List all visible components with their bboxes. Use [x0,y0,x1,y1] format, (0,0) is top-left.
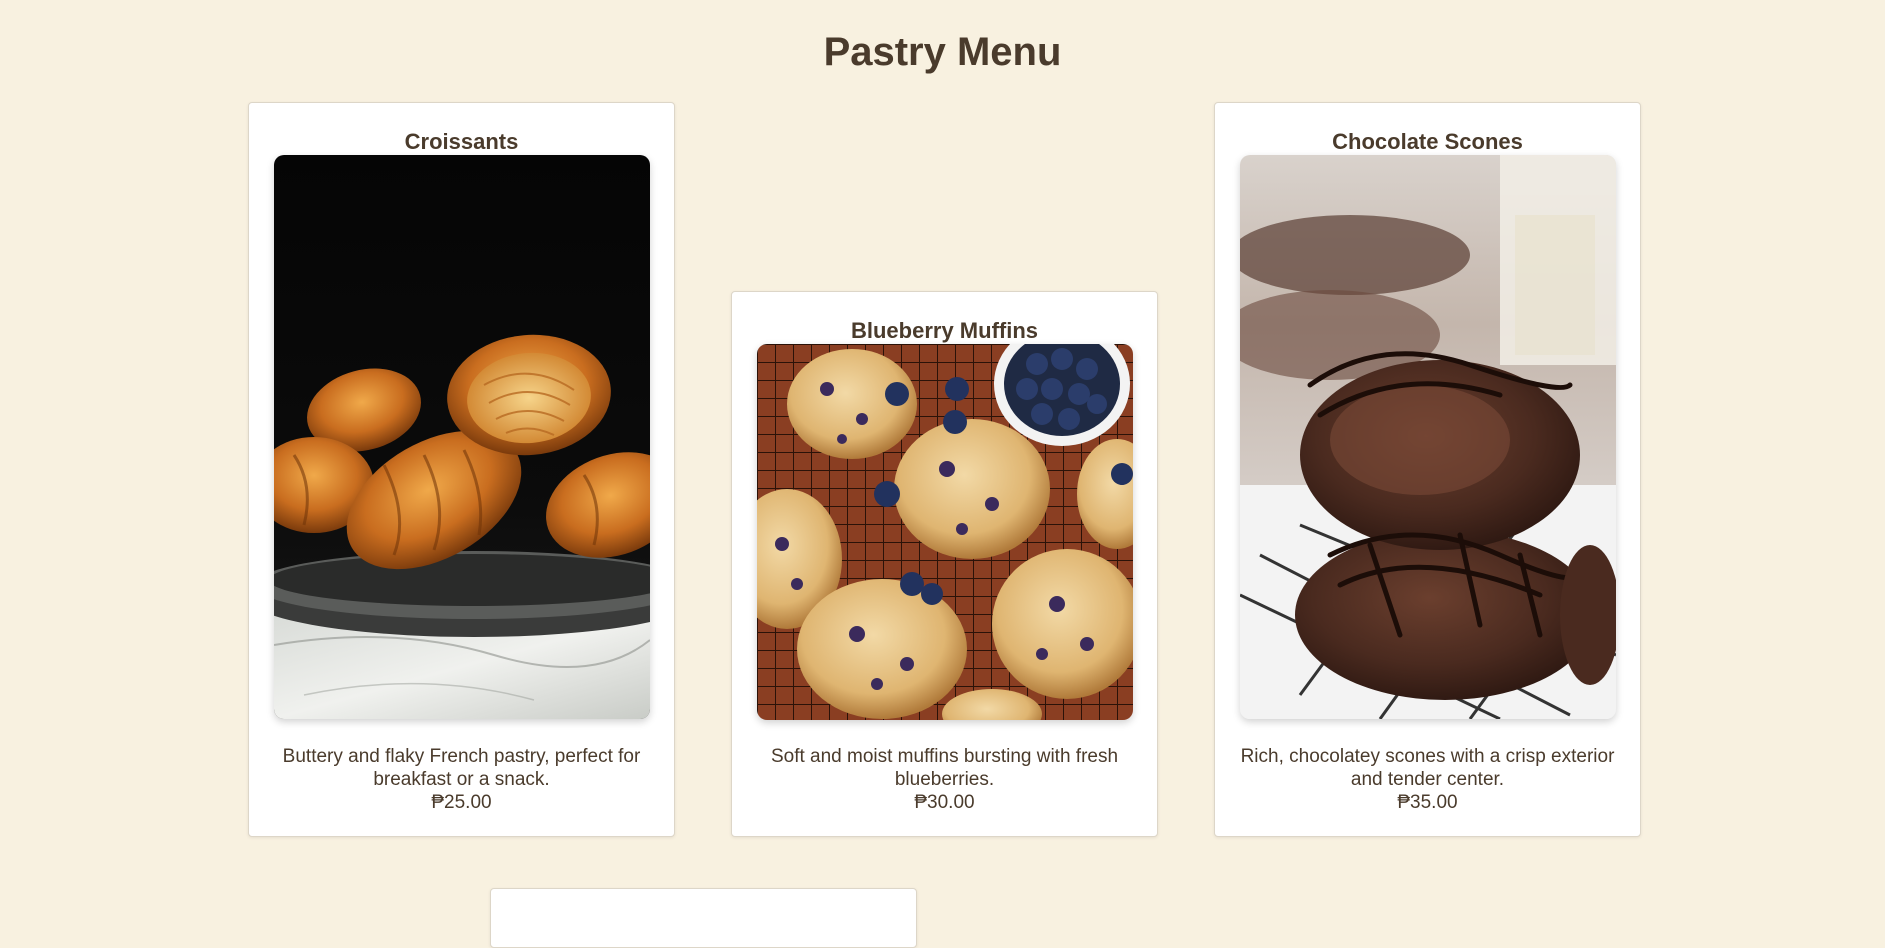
card-price: ₱35.00 [1397,792,1458,813]
card-description: Soft and moist muffins bursting with fre… [770,746,1119,790]
blueberry-muffin-image [757,344,1133,720]
menu-card-blueberry-muffins: Blueberry Muffins Soft and moist muffins… [731,291,1158,837]
menu-card-chocolate-scones: Chocolate Scones Rich, chocolatey scones… [1214,102,1641,837]
card-description: Buttery and flaky French pastry, perfect… [282,746,641,790]
card-title: Croissants [404,129,519,154]
card-description: Rich, chocolatey scones with a crisp ext… [1240,746,1615,790]
menu-card-croissants: Croissants Buttery and flaky French past… [248,102,675,837]
card-price: ₱30.00 [914,792,975,813]
croissant-image [274,155,650,719]
page-title: Pastry Menu [823,30,1062,74]
card-title: Chocolate Scones [1332,129,1523,154]
menu-card-partial [490,888,917,948]
card-price: ₱25.00 [431,792,492,813]
chocolate-scone-image [1240,155,1616,719]
card-title: Blueberry Muffins [850,318,1039,343]
